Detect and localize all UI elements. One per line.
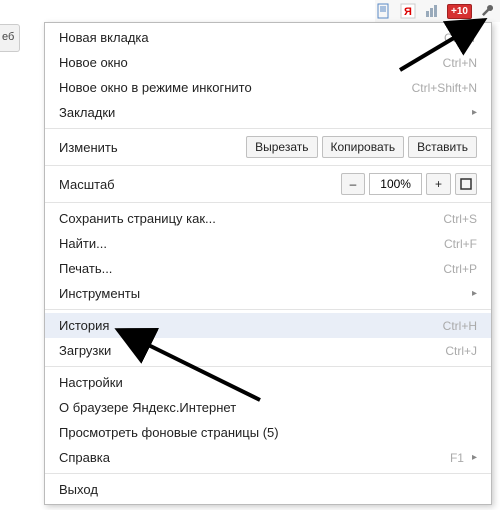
shortcut: Ctrl+P <box>443 262 477 276</box>
shortcut: Ctrl+T <box>444 31 477 45</box>
menu-label: Загрузки <box>59 343 111 358</box>
zoom-in-button[interactable]: + <box>426 173 451 195</box>
fullscreen-button[interactable] <box>455 173 477 195</box>
separator <box>45 165 491 166</box>
menu-label: Выход <box>59 482 98 497</box>
menu-label: Закладки <box>59 105 464 120</box>
menu-label: Печать... <box>59 261 112 276</box>
page-icon[interactable] <box>375 2 393 20</box>
shortcut: Ctrl+J <box>445 344 477 358</box>
menu-save-as[interactable]: Сохранить страницу как... Ctrl+S <box>45 206 491 231</box>
svg-text:Я: Я <box>404 6 412 18</box>
cut-button[interactable]: Вырезать <box>246 136 317 158</box>
menu-label: Новое окно <box>59 55 128 70</box>
separator <box>45 473 491 474</box>
menu-label: Найти... <box>59 236 107 251</box>
menu-settings[interactable]: Настройки <box>45 370 491 395</box>
menu-background-pages[interactable]: Просмотреть фоновые страницы (5) <box>45 420 491 445</box>
menu-label: История <box>59 318 109 333</box>
shortcut: Ctrl+H <box>443 319 477 333</box>
menu-zoom-row: Масштаб – 100% + <box>45 169 491 199</box>
separator <box>45 128 491 129</box>
menu-help[interactable]: Справка F1 <box>45 445 491 470</box>
menu-edit-row: Изменить Вырезать Копировать Вставить <box>45 132 491 162</box>
zoom-label: Масштаб <box>59 177 337 192</box>
zoom-out-button[interactable]: – <box>341 173 366 195</box>
wrench-icon[interactable] <box>478 2 496 20</box>
shortcut: F1 <box>450 451 464 465</box>
stats-icon[interactable] <box>423 2 441 20</box>
tab-stub: еб <box>0 24 20 52</box>
menu-history[interactable]: История Ctrl+H <box>45 313 491 338</box>
yandex-icon[interactable]: Я <box>399 2 417 20</box>
extension-badge[interactable]: +10 <box>447 4 472 19</box>
edit-label: Изменить <box>59 140 242 155</box>
menu-about[interactable]: О браузере Яндекс.Интернет <box>45 395 491 420</box>
menu-label: Просмотреть фоновые страницы (5) <box>59 425 279 440</box>
zoom-value: 100% <box>369 173 422 195</box>
shortcut: Ctrl+S <box>443 212 477 226</box>
menu-label: Настройки <box>59 375 123 390</box>
menu-new-tab[interactable]: Новая вкладка Ctrl+T <box>45 25 491 50</box>
menu-downloads[interactable]: Загрузки Ctrl+J <box>45 338 491 363</box>
separator <box>45 202 491 203</box>
menu-incognito[interactable]: Новое окно в режиме инкогнито Ctrl+Shift… <box>45 75 491 100</box>
menu-exit[interactable]: Выход <box>45 477 491 502</box>
menu-tools[interactable]: Инструменты <box>45 281 491 306</box>
menu-label: Инструменты <box>59 286 464 301</box>
shortcut: Ctrl+N <box>443 56 477 70</box>
menu-label: Новое окно в режиме инкогнито <box>59 80 252 95</box>
settings-menu: Новая вкладка Ctrl+T Новое окно Ctrl+N Н… <box>44 22 492 505</box>
browser-toolbar: Я +10 <box>375 0 500 22</box>
shortcut: Ctrl+Shift+N <box>412 81 477 95</box>
menu-label: О браузере Яндекс.Интернет <box>59 400 236 415</box>
separator <box>45 309 491 310</box>
copy-button[interactable]: Копировать <box>322 136 405 158</box>
menu-label: Новая вкладка <box>59 30 149 45</box>
separator <box>45 366 491 367</box>
menu-print[interactable]: Печать... Ctrl+P <box>45 256 491 281</box>
menu-find[interactable]: Найти... Ctrl+F <box>45 231 491 256</box>
menu-new-window[interactable]: Новое окно Ctrl+N <box>45 50 491 75</box>
menu-label: Сохранить страницу как... <box>59 211 216 226</box>
shortcut: Ctrl+F <box>444 237 477 251</box>
menu-label: Справка <box>59 450 450 465</box>
paste-button[interactable]: Вставить <box>408 136 477 158</box>
menu-bookmarks[interactable]: Закладки <box>45 100 491 125</box>
